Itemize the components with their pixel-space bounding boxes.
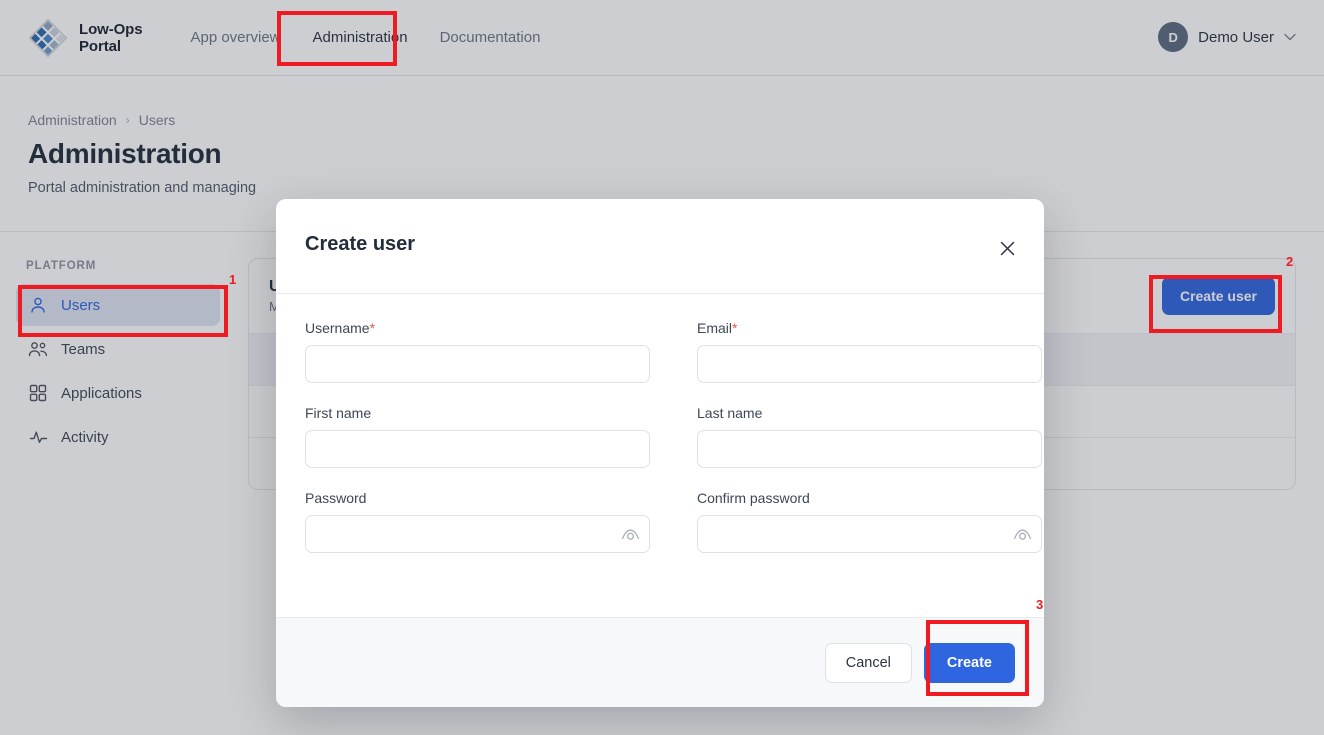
annotation-number-1: 1 bbox=[229, 272, 237, 287]
annotation-box-modal-create bbox=[926, 620, 1029, 696]
username-input-wrap bbox=[305, 345, 650, 383]
eye-icon[interactable] bbox=[620, 524, 641, 545]
email-label: Email* bbox=[697, 320, 738, 336]
password-input-wrap bbox=[305, 515, 650, 553]
annotation-box-users bbox=[18, 285, 228, 337]
cancel-button[interactable]: Cancel bbox=[824, 642, 912, 683]
required-marker: * bbox=[732, 320, 738, 336]
annotation-box-create-user bbox=[1149, 275, 1282, 333]
create-user-form: Username* Email* First name Last name Pa… bbox=[305, 320, 1042, 553]
field-email: Email* bbox=[697, 320, 1042, 383]
modal-body: Username* Email* First name Last name Pa… bbox=[276, 294, 1044, 617]
password-label: Password bbox=[305, 490, 367, 506]
field-password: Password bbox=[305, 490, 650, 553]
username-label: Username* bbox=[305, 320, 376, 336]
annotation-box-administration bbox=[277, 11, 397, 66]
confirm-password-input[interactable] bbox=[697, 515, 1042, 553]
confirm-password-input-wrap bbox=[697, 515, 1042, 553]
username-input[interactable] bbox=[305, 345, 650, 383]
field-username: Username* bbox=[305, 320, 650, 383]
first-name-input[interactable] bbox=[305, 430, 650, 468]
first-name-input-wrap bbox=[305, 430, 650, 468]
email-input[interactable] bbox=[697, 345, 1042, 383]
annotation-number-3: 3 bbox=[1036, 597, 1044, 612]
password-input[interactable] bbox=[305, 515, 650, 553]
close-icon[interactable] bbox=[994, 235, 1020, 261]
field-confirm-password: Confirm password bbox=[697, 490, 1042, 553]
email-input-wrap bbox=[697, 345, 1042, 383]
last-name-input[interactable] bbox=[697, 430, 1042, 468]
last-name-input-wrap bbox=[697, 430, 1042, 468]
confirm-password-label: Confirm password bbox=[697, 490, 810, 506]
annotation-number-2: 2 bbox=[1286, 254, 1294, 269]
last-name-label: Last name bbox=[697, 405, 763, 421]
modal-title: Create user bbox=[305, 233, 416, 255]
eye-icon[interactable] bbox=[1012, 524, 1033, 545]
first-name-label: First name bbox=[305, 405, 372, 421]
screen-root: Low-Ops Portal App overview Administrati… bbox=[0, 0, 1324, 735]
field-last-name: Last name bbox=[697, 405, 1042, 468]
modal-header: Create user bbox=[276, 199, 1044, 294]
field-first-name: First name bbox=[305, 405, 650, 468]
required-marker: * bbox=[369, 320, 376, 336]
